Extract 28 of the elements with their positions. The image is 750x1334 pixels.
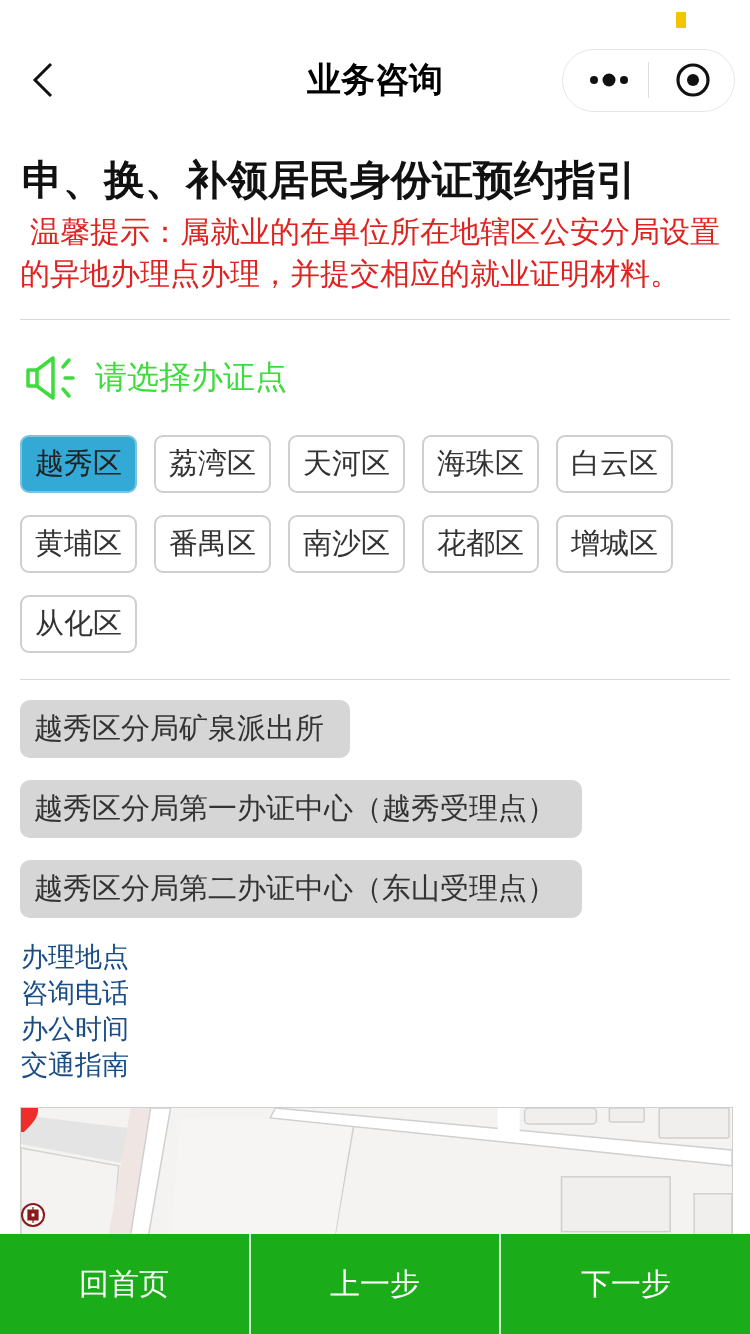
district-tab[interactable]: 海珠区 — [422, 435, 539, 493]
info-link[interactable]: 交通指南 — [21, 1047, 129, 1083]
page-title: 业务咨询 — [307, 58, 443, 101]
district-tab[interactable]: 荔湾区 — [154, 435, 271, 493]
district-tab[interactable]: 越秀区 — [20, 435, 137, 493]
speaker-icon — [25, 354, 77, 402]
office-button[interactable]: 越秀区分局第一办证中心（越秀受理点） — [20, 780, 582, 838]
info-link[interactable]: 办理地点 — [21, 939, 129, 975]
back-icon[interactable] — [32, 62, 54, 98]
office-button[interactable]: 越秀区分局第二办证中心（东山受理点） — [20, 860, 582, 918]
info-link[interactable]: 咨询电话 — [21, 975, 129, 1011]
more-icon[interactable] — [590, 73, 628, 87]
page-heading: 申、换、补领居民身份证预约指引 — [22, 155, 638, 206]
district-tab[interactable]: 黄埔区 — [20, 515, 137, 573]
district-tab[interactable]: 白云区 — [556, 435, 673, 493]
district-tab[interactable]: 天河区 — [288, 435, 405, 493]
map-pin-icon — [21, 1108, 39, 1132]
district-tab[interactable]: 番禺区 — [154, 515, 271, 573]
status-indicator-icon — [676, 12, 686, 28]
office-button[interactable]: 越秀区分局矿泉派出所 — [20, 700, 350, 758]
notice-text: 温馨提示：属就业的在单位所在地辖区公安分局设置的异地办理点办理，并提交相应的就业证明材料。 — [20, 214, 721, 293]
target-icon[interactable] — [676, 63, 710, 97]
district-tab[interactable]: 花都区 — [422, 515, 539, 573]
district-tab[interactable]: 从化区 — [20, 595, 137, 653]
section-label: 请选择办证点 — [95, 357, 287, 398]
info-link[interactable]: 办公时间 — [21, 1011, 129, 1047]
district-tab[interactable]: 南沙区 — [288, 515, 405, 573]
district-tab[interactable]: 增城区 — [556, 515, 673, 573]
